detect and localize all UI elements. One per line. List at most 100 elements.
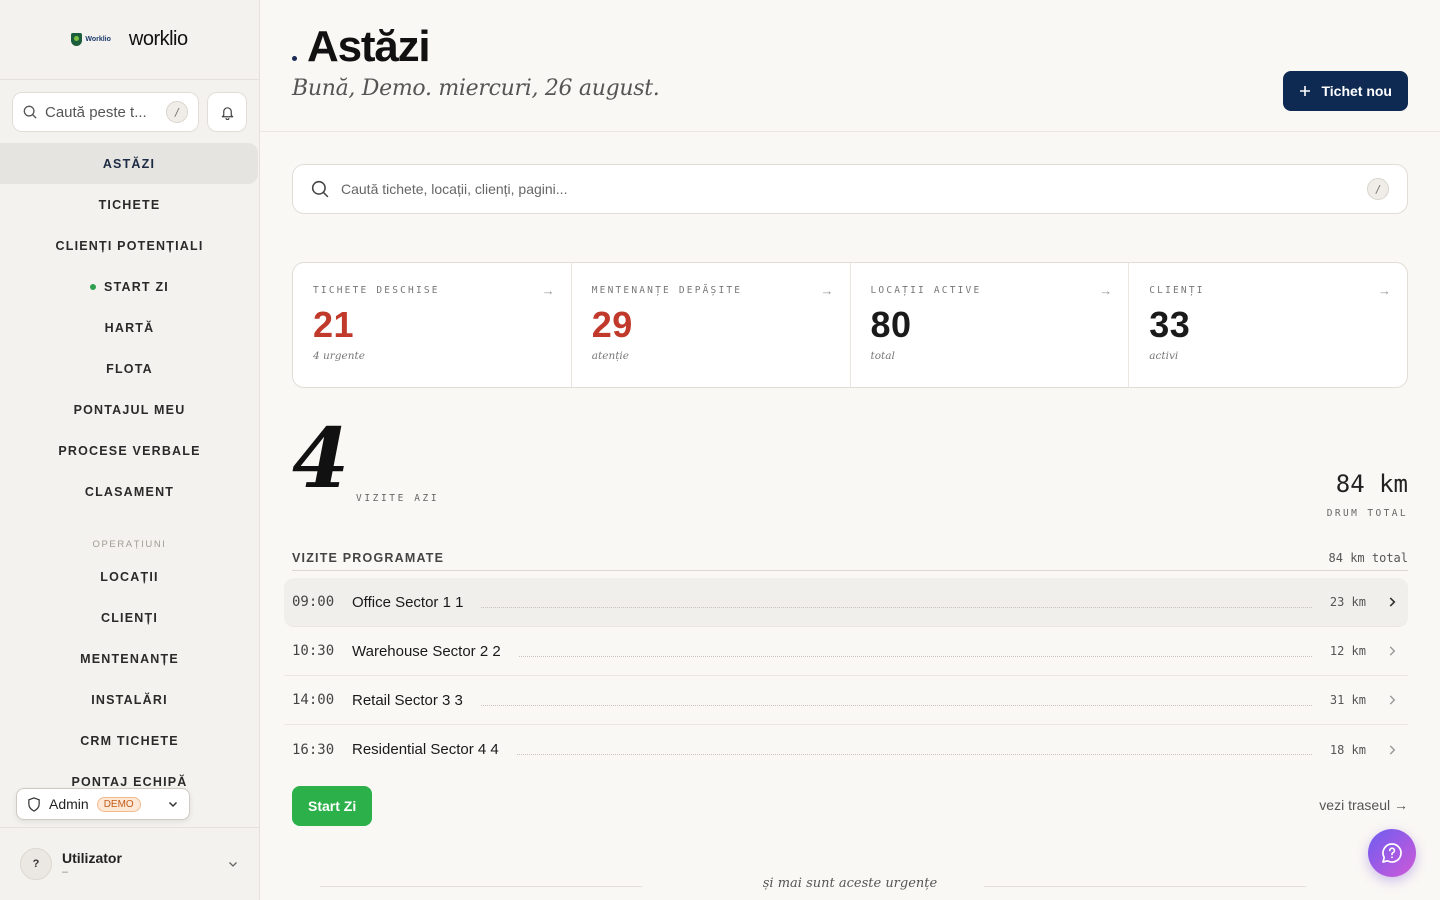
- arrow-right-icon: →: [1378, 283, 1391, 298]
- logo-text: Worklio: [85, 36, 111, 43]
- chat-help-icon: [1382, 843, 1402, 863]
- dotted-leader: [518, 655, 1312, 657]
- new-ticket-label: Tichet nou: [1321, 83, 1392, 99]
- stat-value: 80: [870, 304, 912, 345]
- visit-row[interactable]: 10:30 Warehouse Sector 2 2 12 km: [284, 627, 1408, 676]
- sidebar-item-procese-verbale[interactable]: PROCESE VERBALE: [0, 430, 259, 471]
- schedule-title: VIZITE PROGRAMATE: [292, 550, 445, 565]
- sidebar-item-clienti-potentiali[interactable]: CLIENȚI POTENȚIALI: [0, 225, 259, 266]
- global-search-input[interactable]: Caută tichete, locații, clienți, pagini.…: [292, 164, 1408, 214]
- stat-card-clienti[interactable]: CLIENȚI → 33 activi: [1129, 263, 1407, 387]
- start-day-button[interactable]: Start Zi: [292, 786, 373, 826]
- sidebar-item-pontajul-meu[interactable]: PONTAJUL MEU: [0, 389, 259, 430]
- stat-label: TICHETE DESCHISE: [313, 285, 440, 296]
- visits-label: VIZITE AZI: [356, 493, 440, 504]
- sidebar-item-mentenante[interactable]: MENTENANȚE: [0, 638, 259, 679]
- sidebar-item-label: CLASAMENT: [84, 484, 175, 499]
- arrow-right-icon: →: [541, 283, 555, 298]
- user-menu[interactable]: ? Utilizator –: [0, 827, 259, 900]
- main-content: Astăzi Bună, Demo. miercuri, 26 august. …: [260, 0, 1440, 900]
- bell-icon: [221, 106, 233, 120]
- visit-distance: 23 km: [1329, 595, 1366, 609]
- stat-card-mentenante-depasite[interactable]: MENTENANȚE DEPĂȘITE → 29 atenție: [572, 263, 851, 387]
- sidebar-item-harta[interactable]: HARTĂ: [0, 307, 259, 348]
- global-search-placeholder: Caută tichete, locații, clienți, pagini.…: [341, 181, 568, 197]
- new-ticket-button[interactable]: Tichet nou: [1283, 71, 1408, 111]
- sidebar-item-label: CLIENȚI: [100, 610, 158, 625]
- stat-subtitle: activi: [1149, 350, 1179, 362]
- sidebar-search-row: Caută peste t... /: [12, 92, 247, 132]
- arrow-right-icon: →: [820, 283, 834, 298]
- user-name: Utilizator: [62, 850, 122, 866]
- avatar: ?: [20, 848, 52, 880]
- status-dot: [90, 283, 97, 290]
- sidebar-item-locatii[interactable]: LOCAȚII: [0, 556, 259, 597]
- search-icon: [23, 105, 37, 119]
- chevron-down-icon: [168, 801, 178, 808]
- sidebar-item-label: INSTALĂRI: [91, 692, 168, 707]
- sidebar-item-label: ASTĂZI: [102, 156, 156, 171]
- visit-name: Warehouse Sector 2 2: [352, 642, 501, 660]
- view-route-link[interactable]: vezi traseul →: [1319, 797, 1408, 813]
- sidebar-item-label: START ZI: [104, 279, 169, 294]
- demo-badge: DEMO: [96, 796, 141, 812]
- sidebar-item-instalari[interactable]: INSTALĂRI: [0, 679, 259, 720]
- stat-card-tichete-deschise[interactable]: TICHETE DESCHISE → 21 4 urgente: [293, 263, 572, 387]
- sidebar-nav: ASTĂZI TICHETE CLIENȚI POTENȚIALI START …: [0, 143, 259, 793]
- sidebar-search-placeholder: Caută peste t...: [45, 103, 147, 121]
- sidebar-item-flota[interactable]: FLOTA: [0, 348, 259, 389]
- km-label: DRUM TOTAL: [1326, 508, 1408, 519]
- stat-label: MENTENANȚE DEPĂȘITE: [591, 285, 743, 296]
- header-divider: [260, 131, 1440, 132]
- stats-row: TICHETE DESCHISE → 21 4 urgente MENTENAN…: [292, 262, 1408, 388]
- sidebar-item-label: PONTAJ ECHIPĂ: [71, 774, 188, 789]
- stat-subtitle: total: [870, 350, 895, 362]
- plus-icon: [1300, 86, 1311, 96]
- sidebar-item-astazi[interactable]: ASTĂZI: [0, 143, 258, 184]
- sidebar-item-label: PROCESE VERBALE: [58, 443, 201, 458]
- arrow-right-icon: →: [1099, 283, 1113, 298]
- help-chat-button[interactable]: [1368, 829, 1416, 877]
- visit-list: 09:00 Office Sector 1 1 23 km 10:30 Ware…: [284, 578, 1408, 774]
- brand[interactable]: Worklio worklio: [0, 0, 259, 80]
- role-label: Admin: [49, 796, 89, 812]
- chevron-right-icon: [1389, 695, 1396, 705]
- visit-row[interactable]: 14:00 Retail Sector 3 3 31 km: [284, 676, 1408, 725]
- chevron-right-icon: [1389, 597, 1396, 607]
- visit-time: 14:00: [292, 692, 335, 708]
- visit-distance: 12 km: [1329, 644, 1366, 658]
- sidebar-item-start-zi[interactable]: START ZI: [0, 266, 259, 307]
- user-subtitle: –: [62, 866, 69, 878]
- stat-label: CLIENȚI: [1149, 285, 1205, 296]
- sidebar-search-input[interactable]: Caută peste t... /: [12, 92, 199, 132]
- search-icon: [311, 180, 329, 198]
- km-total: 84 km: [1335, 470, 1408, 498]
- title-dot-icon: [292, 56, 297, 61]
- visit-row[interactable]: 16:30 Residential Sector 4 4 18 km: [284, 725, 1408, 774]
- visit-distance: 31 km: [1329, 693, 1366, 707]
- sidebar-item-clasament[interactable]: CLASAMENT: [0, 471, 259, 512]
- visit-distance: 18 km: [1329, 742, 1366, 757]
- sidebar-item-label: TICHETE: [98, 197, 161, 212]
- stat-subtitle: 4 urgente: [313, 350, 365, 362]
- dotted-leader: [516, 754, 1312, 755]
- stat-card-locatii-active[interactable]: LOCAȚII ACTIVE → 80 total: [851, 263, 1130, 387]
- brand-name: worklio: [128, 28, 188, 50]
- role-switcher[interactable]: Admin DEMO: [16, 788, 190, 820]
- sidebar: Worklio worklio Caută peste t... / ASTĂZ…: [0, 0, 260, 900]
- stat-subtitle: atenție: [591, 350, 629, 362]
- sidebar-item-tichete[interactable]: TICHETE: [0, 184, 259, 225]
- schedule-header: VIZITE PROGRAMATE 84 km total: [292, 545, 1408, 571]
- notifications-button[interactable]: [207, 92, 247, 132]
- shortcut-key: /: [1367, 178, 1389, 200]
- urgent-section-heading: și mai sunt aceste urgențe: [762, 876, 938, 891]
- sidebar-item-clienti[interactable]: CLIENȚI: [0, 597, 259, 638]
- visits-count: 4: [292, 411, 350, 507]
- sidebar-item-crm-tichete[interactable]: CRM TICHETE: [0, 720, 259, 761]
- sidebar-item-label: LOCAȚII: [100, 569, 159, 584]
- visit-time: 16:30: [292, 741, 335, 758]
- shield-logo-icon: [71, 33, 83, 46]
- sidebar-item-label: CRM TICHETE: [80, 733, 179, 748]
- visit-row[interactable]: 09:00 Office Sector 1 1 23 km: [284, 578, 1408, 627]
- sidebar-item-label: CLIENȚI POTENȚIALI: [55, 238, 204, 253]
